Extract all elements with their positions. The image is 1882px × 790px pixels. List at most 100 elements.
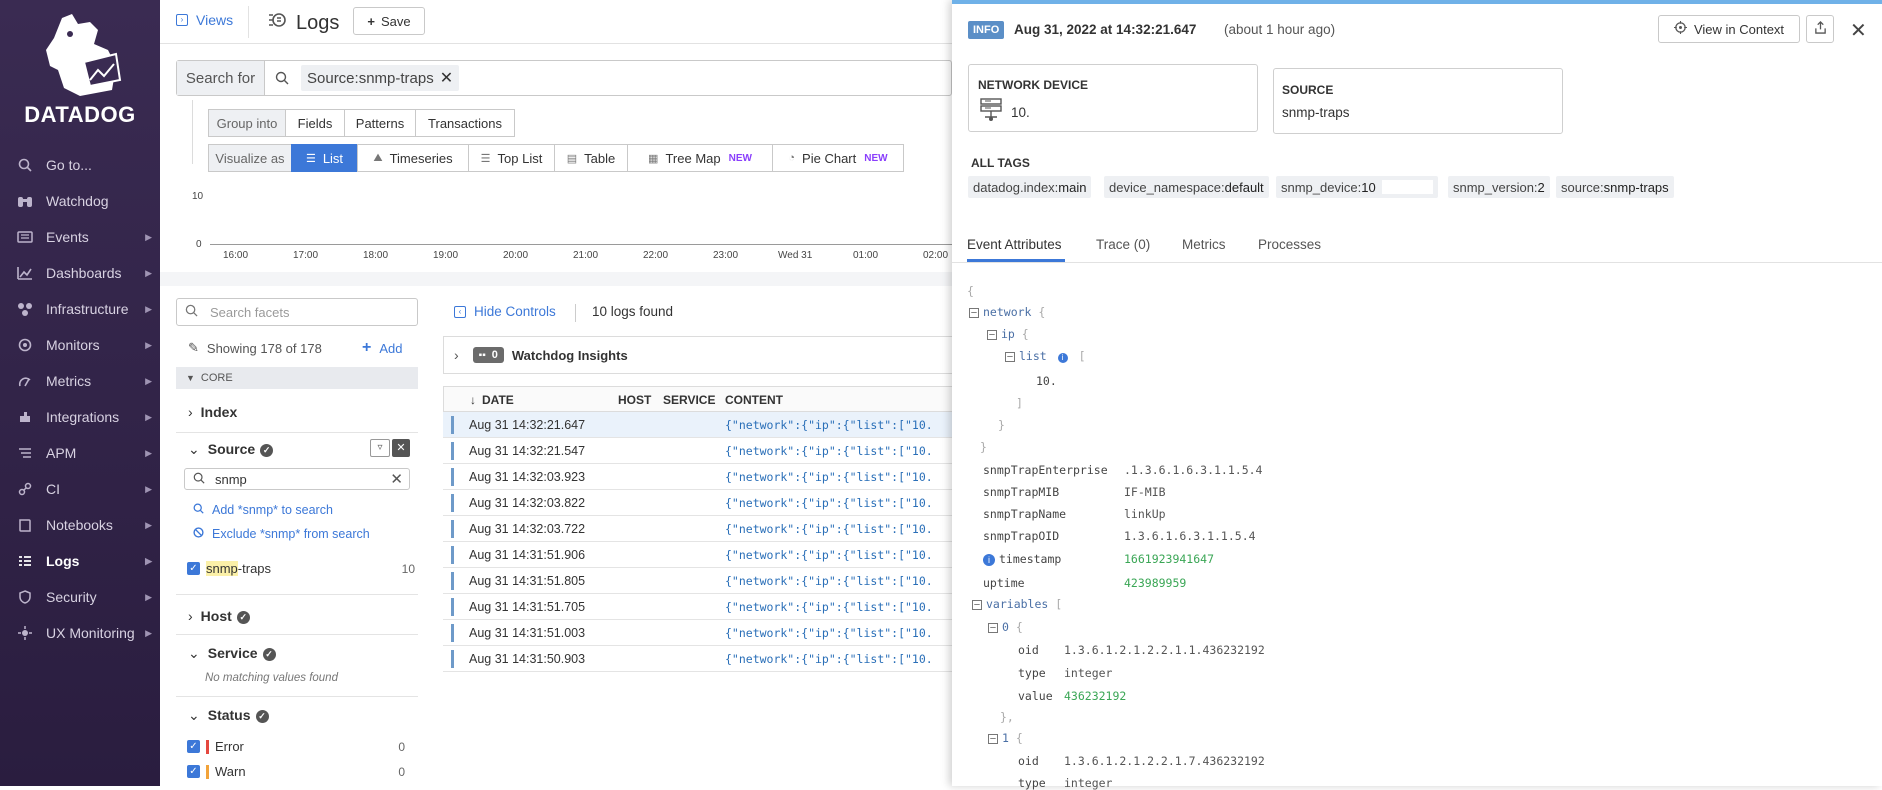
network-device-card[interactable]: NETWORK DEVICE 10.: [968, 64, 1258, 132]
source-filter-input[interactable]: snmp ✕: [184, 468, 410, 490]
nav-goto[interactable]: Go to...: [0, 149, 160, 181]
nav-notebooks[interactable]: Notebooks ▶: [0, 509, 160, 541]
nav-ci[interactable]: CI ▶: [0, 473, 160, 505]
table-row[interactable]: Aug 31 14:32:21.647 {"network":{"ip":{"li…: [443, 412, 952, 438]
json-node-network[interactable]: – network {: [969, 305, 1045, 319]
checkbox-checked-icon[interactable]: ✓: [187, 740, 200, 753]
table-row[interactable]: Aug 31 14:32:21.547 {"network":{"ip":{"li…: [443, 438, 952, 464]
json-value[interactable]: .1.3.6.1.6.3.1.1.5.4: [1124, 463, 1262, 477]
nav-events[interactable]: Events ▶: [0, 221, 160, 253]
json-value[interactable]: 1.3.6.1.6.3.1.1.5.4: [1124, 529, 1256, 543]
json-value[interactable]: integer: [1064, 666, 1112, 680]
views-link[interactable]: › Views: [176, 12, 233, 28]
column-host[interactable]: HOST: [618, 393, 651, 407]
checkbox-checked-icon[interactable]: ✓: [187, 765, 200, 778]
column-service[interactable]: SERVICE: [663, 393, 715, 407]
add-facet-button[interactable]: + Add: [362, 339, 402, 357]
facet-search-input[interactable]: Search facets: [176, 298, 418, 326]
filter-icon[interactable]: ▿: [370, 439, 390, 457]
visualize-piechart-button[interactable]: ◔ Pie Chart NEW: [772, 144, 904, 172]
tag-chip[interactable]: datadog.index: main: [968, 176, 1092, 198]
column-date[interactable]: ↓ DATE: [470, 393, 514, 407]
nav-security[interactable]: Security ▶: [0, 581, 160, 613]
table-row[interactable]: Aug 31 14:32:03.722 {"network":{"ip":{"li…: [443, 516, 952, 542]
json-value[interactable]: integer: [1064, 776, 1112, 790]
table-row[interactable]: Aug 31 14:31:51.805 {"network":{"ip":{"li…: [443, 568, 952, 594]
facet-index[interactable]: › Index: [188, 404, 237, 420]
collapse-icon[interactable]: –: [988, 622, 998, 633]
tab-metrics[interactable]: Metrics: [1182, 237, 1226, 252]
group-fields-button[interactable]: Fields: [285, 109, 345, 137]
table-row[interactable]: Aug 31 14:31:51.003 {"network":{"ip":{"li…: [443, 620, 952, 646]
column-content[interactable]: CONTENT: [725, 393, 783, 407]
json-value[interactable]: 1.3.6.1.2.1.2.2.1.7.436232192: [1064, 754, 1265, 768]
json-value[interactable]: 423989959: [1124, 576, 1186, 590]
facet-service[interactable]: ⌄ Service ✓: [188, 645, 276, 662]
collapse-icon[interactable]: –: [988, 733, 998, 744]
group-transactions-button[interactable]: Transactions: [415, 109, 515, 137]
json-value[interactable]: 1661923941647: [1124, 552, 1214, 566]
visualize-list-button[interactable]: ☰ List: [291, 144, 358, 172]
tag-chip[interactable]: snmp_device: 10: [1276, 176, 1438, 198]
close-icon[interactable]: ✕: [1850, 18, 1867, 43]
table-row[interactable]: Aug 31 14:31:51.906 {"network":{"ip":{"li…: [443, 542, 952, 568]
json-node-variables[interactable]: – variables [: [972, 597, 1062, 611]
nav-logs[interactable]: Logs ▶: [0, 545, 160, 577]
tab-processes[interactable]: Processes: [1258, 237, 1321, 252]
hide-controls-button[interactable]: ‹ Hide Controls: [454, 304, 556, 319]
search-chip[interactable]: Source:snmp-traps ✕: [301, 65, 460, 91]
json-value[interactable]: 1.3.6.1.2.1.2.2.1.1.436232192: [1064, 643, 1265, 657]
table-row[interactable]: Aug 31 14:31:50.903 {"network":{"ip":{"li…: [443, 646, 952, 672]
table-row[interactable]: Aug 31 14:32:03.822 {"network":{"ip":{"li…: [443, 490, 952, 516]
tab-event-attributes[interactable]: Event Attributes: [967, 237, 1062, 252]
group-patterns-button[interactable]: Patterns: [344, 109, 416, 137]
json-node-list[interactable]: – list i [: [1005, 349, 1086, 363]
table-row[interactable]: Aug 31 14:31:51.705 {"network":{"ip":{"li…: [443, 594, 952, 620]
json-node-var0[interactable]: –0 {: [988, 620, 1023, 634]
nav-infrastructure[interactable]: Infrastructure ▶: [0, 293, 160, 325]
json-value[interactable]: 436232192: [1064, 689, 1126, 703]
tab-trace[interactable]: Trace (0): [1096, 237, 1150, 252]
collapse-icon[interactable]: –: [987, 329, 997, 340]
search-bar[interactable]: Search for Source:snmp-traps ✕: [176, 60, 952, 96]
json-value[interactable]: linkUp: [1124, 507, 1166, 521]
status-error-row[interactable]: ✓ Error 0: [187, 739, 405, 754]
facet-host[interactable]: › Host ✓: [188, 608, 250, 624]
add-to-search-link[interactable]: Add *snmp* to search: [193, 503, 333, 517]
watchdog-insights-bar[interactable]: › ▪▪ 0 Watchdog Insights: [443, 336, 952, 374]
tag-chip[interactable]: snmp_version: 2: [1448, 176, 1550, 198]
visualize-table-button[interactable]: ▤ Table: [554, 144, 628, 172]
close-icon[interactable]: ✕: [440, 68, 453, 88]
json-value[interactable]: IF-MIB: [1124, 485, 1166, 499]
checkbox-checked-icon[interactable]: ✓: [187, 562, 200, 575]
view-in-context-button[interactable]: View in Context: [1658, 15, 1800, 43]
clear-icon[interactable]: ✕: [392, 439, 410, 457]
datadog-logo[interactable]: DATADOG: [20, 10, 140, 130]
info-icon[interactable]: i: [1057, 353, 1068, 363]
close-icon[interactable]: ✕: [390, 470, 403, 488]
nav-integrations[interactable]: Integrations ▶: [0, 401, 160, 433]
nav-watchdog[interactable]: Watchdog: [0, 185, 160, 217]
nav-monitors[interactable]: Monitors ▶: [0, 329, 160, 361]
save-button[interactable]: + Save: [353, 7, 425, 35]
share-button[interactable]: [1806, 15, 1834, 43]
collapse-icon[interactable]: –: [1005, 351, 1015, 362]
table-row[interactable]: Aug 31 14:32:03.923 {"network":{"ip":{"li…: [443, 464, 952, 490]
tag-chip[interactable]: source: snmp-traps: [1556, 176, 1674, 198]
json-node-ip[interactable]: – ip {: [987, 327, 1029, 341]
tag-chip[interactable]: device_namespace: default: [1104, 176, 1269, 198]
facet-status[interactable]: ⌄ Status ✓: [188, 707, 269, 724]
collapse-icon[interactable]: –: [969, 307, 979, 318]
nav-metrics[interactable]: Metrics ▶: [0, 365, 160, 397]
visualize-toplist-button[interactable]: ☰ Top List: [468, 144, 555, 172]
core-section-header[interactable]: ▼ CORE: [176, 367, 418, 389]
exclude-from-search-link[interactable]: Exclude *snmp* from search: [193, 527, 370, 541]
collapse-icon[interactable]: –: [972, 599, 982, 610]
visualize-treemap-button[interactable]: ▦ Tree Map NEW: [627, 144, 773, 172]
nav-dashboards[interactable]: Dashboards ▶: [0, 257, 160, 289]
source-value-row[interactable]: ✓ snmp -traps 10: [187, 561, 415, 576]
info-icon[interactable]: i: [983, 554, 995, 566]
source-card[interactable]: SOURCE snmp-traps: [1273, 68, 1563, 134]
json-node-var1[interactable]: –1 {: [988, 731, 1023, 745]
facet-source[interactable]: ⌄ Source ✓: [188, 441, 274, 458]
